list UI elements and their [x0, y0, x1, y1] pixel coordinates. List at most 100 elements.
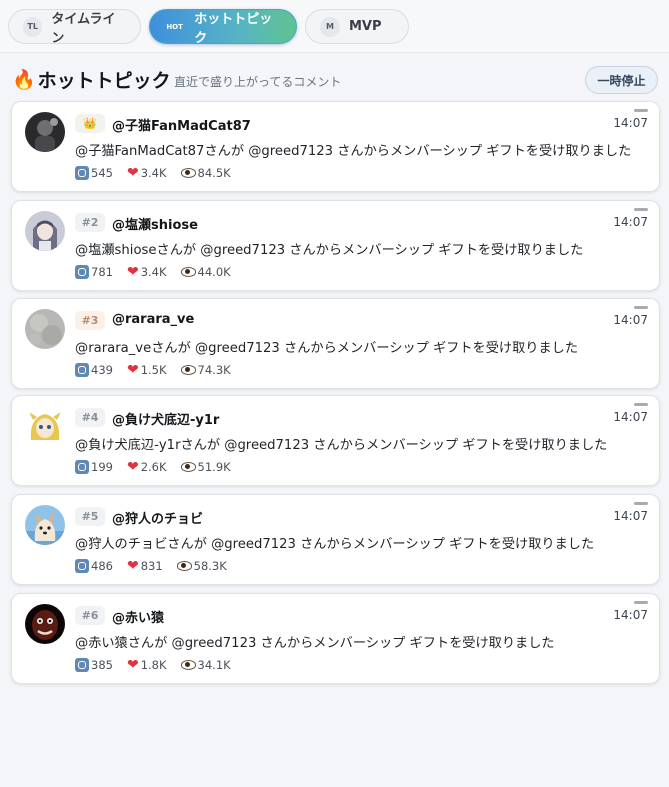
retweet-count[interactable]: 385	[75, 658, 113, 672]
crown-icon: 👑	[83, 117, 97, 130]
eye-icon	[180, 660, 196, 670]
avatar[interactable]	[25, 112, 65, 152]
more-menu-icon[interactable]	[634, 306, 648, 309]
like-value: 1.5K	[140, 363, 167, 377]
like-count[interactable]: ❤ 2.6K	[127, 460, 167, 474]
rank-badge: #6	[75, 606, 105, 625]
post-username[interactable]: @rarara_ve	[112, 312, 194, 327]
more-menu-icon[interactable]	[634, 208, 648, 211]
view-value: 84.5K	[197, 166, 231, 180]
rank-badge: #3	[75, 311, 105, 330]
tab-timeline[interactable]: TL タイムライン	[8, 9, 141, 46]
post-message: @負け犬底辺-y1rさんが @greed7123 さんからメンバーシップ ギフト…	[75, 438, 608, 453]
view-value: 44.0K	[197, 265, 231, 279]
like-count[interactable]: ❤ 831	[127, 559, 163, 573]
more-menu-icon[interactable]	[634, 502, 648, 505]
post-stats: 781 ❤ 3.4K 44.0K	[75, 265, 245, 279]
avatar[interactable]	[25, 211, 65, 251]
retweet-count[interactable]: 199	[75, 460, 113, 474]
post-time: 14:07	[613, 313, 648, 327]
post-message: @狩人のチョビさんが @greed7123 さんからメンバーシップ ギフトを受け…	[75, 537, 595, 552]
retweet-value: 439	[91, 363, 113, 377]
heart-icon: ❤	[126, 459, 139, 475]
avatar[interactable]	[25, 604, 65, 644]
tab-timeline-badge: TL	[23, 16, 43, 37]
post-message: @塩瀬shioseさんが @greed7123 さんからメンバーシップ ギフトを…	[75, 243, 584, 258]
eye-icon	[180, 365, 196, 375]
post-stats: 385 ❤ 1.8K 34.1K	[75, 658, 245, 672]
more-menu-icon[interactable]	[634, 403, 648, 406]
like-value: 831	[140, 559, 163, 573]
retweet-count[interactable]: 439	[75, 363, 113, 377]
avatar[interactable]	[25, 406, 65, 446]
post-card[interactable]: #4 @負け犬底辺-y1r 14:07 @負け犬底辺-y1rさんが @greed…	[11, 395, 660, 486]
retweet-count[interactable]: 545	[75, 166, 113, 180]
post-username[interactable]: @狩人のチョビ	[112, 508, 203, 527]
retweet-value: 545	[91, 166, 113, 180]
section-subtitle: 直近で盛り上がってるコメント	[174, 75, 342, 89]
section-title-text: ホットトピック	[37, 70, 171, 92]
avatar-gray-texture-image	[25, 309, 65, 349]
view-value: 58.3K	[193, 559, 227, 573]
more-menu-icon[interactable]	[634, 109, 648, 112]
pause-button[interactable]: 一時停止	[585, 66, 658, 94]
retweet-value: 199	[91, 460, 113, 474]
post-card[interactable]: #6 @赤い猿 14:07 @赤い猿さんが @greed7123 さんからメンバ…	[11, 593, 660, 684]
view-count: 34.1K	[180, 658, 231, 672]
post-message: @赤い猿さんが @greed7123 さんからメンバーシップ ギフトを受け取りま…	[75, 636, 555, 651]
avatar[interactable]	[25, 309, 65, 349]
like-count[interactable]: ❤ 1.8K	[127, 658, 167, 672]
post-time: 14:07	[613, 509, 648, 523]
post-card[interactable]: #5 @狩人のチョビ 14:07 @狩人のチョビさんが @greed7123 さ…	[11, 494, 660, 585]
rank-badge: #2	[75, 213, 105, 232]
section-title: 🔥 ホットトピック	[12, 66, 171, 93]
tab-mvp[interactable]: M MVP	[305, 9, 409, 44]
avatar-dark-figure-image	[25, 112, 65, 152]
section-header: 🔥 ホットトピック 直近で盛り上がってるコメント 一時停止	[12, 66, 658, 94]
post-message: @子猫FanMadCat87さんが @greed7123 さんからメンバーシップ…	[75, 144, 632, 159]
post-card[interactable]: #2 @塩瀬shiose 14:07 @塩瀬shioseさんが @greed71…	[11, 200, 660, 291]
fire-icon: 🔥	[12, 69, 36, 91]
like-value: 3.4K	[140, 265, 167, 279]
retweet-icon	[75, 265, 89, 279]
post-time: 14:07	[613, 116, 648, 130]
post-card[interactable]: #3 @rarara_ve 14:07 @rarara_veさんが @greed…	[11, 298, 660, 389]
tab-hot-label: ホットトピック	[194, 11, 273, 46]
heart-icon: ❤	[126, 362, 139, 378]
retweet-count[interactable]: 486	[75, 559, 113, 573]
avatar-shiba-dog-image	[25, 505, 65, 545]
more-menu-icon[interactable]	[634, 601, 648, 604]
rank-badge: #5	[75, 507, 105, 526]
retweet-icon	[75, 658, 89, 672]
view-value: 34.1K	[197, 658, 231, 672]
tab-hot-badge: HOT	[166, 22, 183, 31]
view-value: 74.3K	[197, 363, 231, 377]
avatar-red-face-image	[25, 604, 65, 644]
post-card[interactable]: 👑 @子猫FanMadCat87 14:07 @子猫FanMadCat87さんが…	[11, 101, 660, 192]
retweet-icon	[75, 166, 89, 180]
like-count[interactable]: ❤ 3.4K	[127, 265, 167, 279]
view-count: 44.0K	[180, 265, 231, 279]
avatar[interactable]	[25, 505, 65, 545]
view-value: 51.9K	[197, 460, 231, 474]
like-count[interactable]: ❤ 1.5K	[127, 363, 167, 377]
post-username[interactable]: @塩瀬shiose	[112, 214, 198, 233]
view-count: 74.3K	[180, 363, 231, 377]
tab-hot-topic[interactable]: HOT ホットトピック	[149, 9, 297, 46]
retweet-icon	[75, 559, 89, 573]
post-username[interactable]: @赤い猿	[112, 607, 164, 626]
rank-badge: #4	[75, 408, 105, 427]
like-count[interactable]: ❤ 3.4K	[127, 166, 167, 180]
heart-icon: ❤	[126, 165, 139, 181]
heart-icon: ❤	[126, 657, 139, 673]
post-username[interactable]: @子猫FanMadCat87	[112, 115, 251, 134]
tab-bar: TL タイムライン HOT ホットトピック M MVP	[0, 0, 669, 53]
heart-icon: ❤	[126, 264, 139, 280]
eye-icon	[176, 561, 192, 571]
post-stats: 439 ❤ 1.5K 74.3K	[75, 363, 245, 377]
tab-timeline-label: タイムライン	[51, 11, 116, 46]
post-username[interactable]: @負け犬底辺-y1r	[112, 409, 219, 428]
retweet-count[interactable]: 781	[75, 265, 113, 279]
post-stats: 486 ❤ 831 58.3K	[75, 559, 241, 573]
post-message: @rarara_veさんが @greed7123 さんからメンバーシップ ギフト…	[75, 341, 579, 356]
